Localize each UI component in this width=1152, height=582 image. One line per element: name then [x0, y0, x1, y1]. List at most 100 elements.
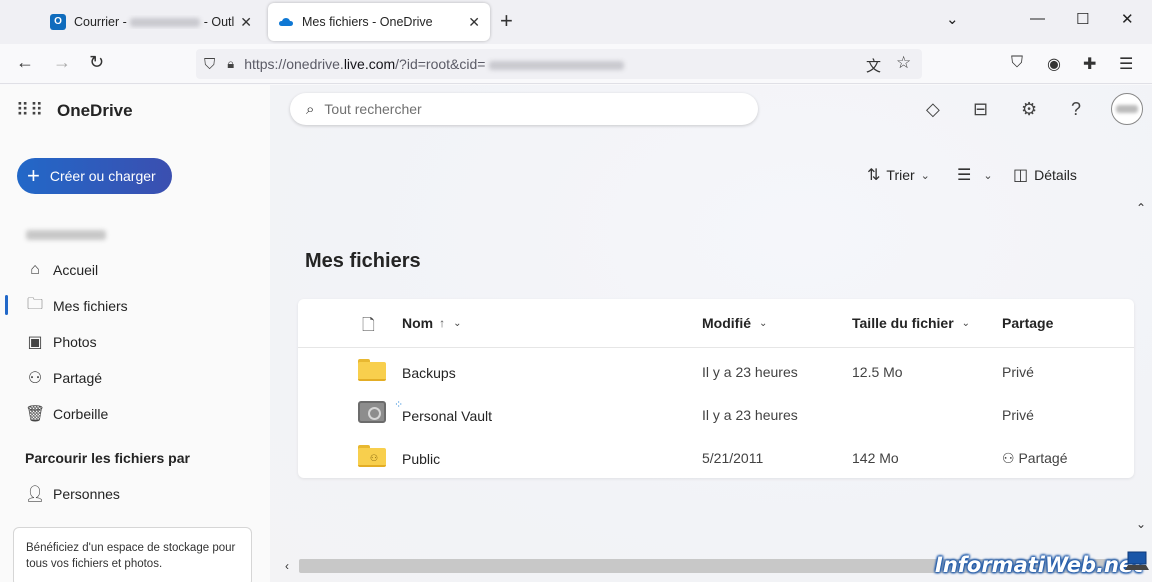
view-options-button[interactable]: ☰ ⌄ — [957, 165, 993, 185]
settings-gear-icon[interactable]: ⚙ — [1021, 99, 1037, 120]
file-list-header: 🗋 Nom ↑ ⌄ Modifié ⌄ Taille du fichier ⌄ … — [298, 299, 1134, 348]
chevron-down-icon: ⌄ — [453, 317, 462, 329]
tab-onedrive[interactable]: Mes fichiers - OneDrive ✕ — [268, 3, 490, 41]
scroll-down-icon[interactable]: ⌄ — [1136, 517, 1146, 531]
file-sharing: Privé — [1002, 364, 1034, 380]
tab-outlook-title: Courrier - - Outloo — [74, 15, 234, 29]
search-icon: ⌕ — [306, 100, 315, 118]
lock-icon[interactable]: 🔒︎ — [227, 56, 234, 72]
app-launcher-icon[interactable]: ⠿⠿ — [16, 100, 44, 121]
maximize-icon[interactable]: ☐ — [1076, 10, 1089, 28]
search-input[interactable]: ⌕ Tout rechercher — [290, 93, 758, 125]
chevron-down-icon: ⌄ — [759, 317, 768, 329]
sidebar-item-label: Photos — [53, 334, 97, 350]
column-header-sharing[interactable]: Partage — [1002, 315, 1053, 331]
file-sharing-label: Partagé — [1018, 450, 1068, 466]
file-modified: 5/21/2011 — [702, 450, 764, 466]
browse-heading: Parcourir les fichiers par — [25, 450, 190, 466]
sidebar-item-photos[interactable]: ▣ Photos — [25, 330, 97, 354]
details-label: Détails — [1034, 167, 1077, 183]
forward-icon[interactable]: → — [53, 52, 71, 73]
table-row[interactable]: Backups Il y a 23 heures 12.5 Mo Privé — [298, 351, 1134, 394]
help-icon[interactable]: ? — [1071, 99, 1081, 120]
tab-list-chevron-icon[interactable]: ⌄ — [946, 10, 959, 28]
sidebar-item-personnes[interactable]: 👤︎ Personnes — [25, 482, 120, 506]
recycle-bin-icon: 🗑︎ — [25, 406, 46, 423]
file-name[interactable]: Backups — [402, 365, 456, 381]
column-header-name[interactable]: Nom ↑ ⌄ — [402, 315, 462, 331]
close-tab-icon[interactable]: ✕ — [468, 14, 480, 31]
bookmark-star-icon[interactable]: ☆ — [896, 53, 911, 73]
close-tab-icon[interactable]: ✕ — [240, 14, 252, 31]
page-title: Mes fichiers — [305, 250, 421, 272]
extensions-icon[interactable]: ✚ — [1083, 54, 1096, 74]
file-name[interactable]: Personal Vault — [402, 408, 492, 424]
people-icon: ⚇ — [27, 370, 43, 387]
chevron-down-icon: ⌄ — [961, 317, 971, 329]
home-icon: ⌂ — [30, 261, 40, 278]
details-pane-icon: ◫ — [1013, 167, 1029, 184]
column-name-label: Nom — [402, 315, 434, 331]
file-sharing: Privé — [1002, 407, 1034, 423]
minimize-icon[interactable]: — — [1030, 10, 1045, 27]
column-modified-label: Modifié — [702, 315, 751, 331]
sidebar-item-label: Mes fichiers — [53, 298, 128, 314]
shared-folder-icon: ⚇ — [358, 445, 386, 467]
list-view-icon: ☰ — [957, 167, 972, 184]
scroll-up-icon[interactable]: ⌃ — [1136, 201, 1146, 215]
column-header-size[interactable]: Taille du fichier ⌄ — [852, 315, 970, 331]
plus-icon: + — [27, 163, 40, 188]
tab-onedrive-title: Mes fichiers - OneDrive — [302, 15, 433, 29]
account-name — [26, 230, 106, 240]
menu-icon[interactable]: ☰ — [1119, 54, 1133, 74]
file-type-icon[interactable]: 🗋 — [362, 314, 375, 341]
sidebar-item-mes-fichiers[interactable]: 🗀 Mes fichiers — [25, 294, 128, 318]
file-size: 142 Mo — [852, 450, 899, 466]
new-tab-icon[interactable]: + — [500, 8, 513, 34]
column-sharing-label: Partage — [1002, 315, 1054, 331]
share-feedback-icon[interactable]: ⊟ — [973, 99, 988, 120]
storage-promo: Bénéficiez d'un espace de stockage pour … — [13, 527, 252, 582]
file-sharing: ⚇ Partagé — [1002, 450, 1068, 467]
sort-label: Trier — [886, 167, 915, 183]
premium-diamond-icon[interactable]: ◇ — [926, 99, 940, 120]
scroll-left-icon[interactable]: ‹ — [285, 559, 289, 573]
browser-tab-bar: O Courrier - - Outloo ✕ Mes fichiers - O… — [0, 0, 1152, 44]
translate-icon[interactable]: 文 — [866, 55, 881, 76]
browser-toolbar: ← → ↻ ⛉ 🔒︎ https://onedrive.live.com/?id… — [0, 44, 1152, 84]
table-row[interactable]: ⚇ Public 5/21/2011 142 Mo ⚇ Partagé — [298, 437, 1134, 480]
url-text[interactable]: https://onedrive.live.com/?id=root&cid= — [244, 56, 625, 72]
account-icon[interactable]: ◉ — [1047, 54, 1061, 74]
details-button[interactable]: ◫ Détails — [1013, 165, 1077, 185]
sidebar-item-accueil[interactable]: ⌂ Accueil — [25, 258, 98, 282]
onedrive-app: ⠿⠿ OneDrive ⌕ Tout rechercher ◇ ⊟ ⚙ ? + … — [0, 85, 1152, 582]
personal-vault-icon — [358, 401, 386, 423]
back-icon[interactable]: ← — [16, 52, 34, 73]
tab-outlook[interactable]: O Courrier - - Outloo ✕ — [40, 3, 262, 41]
avatar[interactable] — [1111, 93, 1143, 125]
pocket-icon[interactable]: ⛉ — [1011, 54, 1023, 72]
close-window-icon[interactable]: ✕ — [1121, 10, 1134, 28]
file-list: 🗋 Nom ↑ ⌄ Modifié ⌄ Taille du fichier ⌄ … — [298, 299, 1134, 478]
address-bar[interactable]: ⛉ 🔒︎ https://onedrive.live.com/?id=root&… — [196, 49, 922, 79]
column-header-modified[interactable]: Modifié ⌄ — [702, 315, 767, 331]
sort-button[interactable]: ⇅ Trier ⌄ — [867, 165, 930, 185]
create-upload-button[interactable]: + Créer ou charger — [17, 158, 172, 194]
file-size: 12.5 Mo — [852, 364, 903, 380]
selected-indicator — [5, 295, 8, 315]
sort-icon: ⇅ — [867, 167, 881, 184]
image-icon: ▣ — [27, 334, 43, 351]
table-row[interactable]: ⁘ Personal Vault Il y a 23 heures Privé — [298, 394, 1134, 437]
sidebar-item-corbeille[interactable]: 🗑︎ Corbeille — [25, 402, 108, 426]
sidebar-item-label: Corbeille — [53, 406, 109, 422]
brand-title[interactable]: OneDrive — [57, 101, 133, 121]
onedrive-cloud-icon — [278, 14, 294, 30]
folder-icon: 🗀 — [26, 295, 43, 313]
shield-icon[interactable]: ⛉ — [204, 56, 215, 73]
sidebar-item-partage[interactable]: ⚇ Partagé — [25, 366, 102, 390]
shared-people-icon: ⚇ — [1002, 450, 1019, 466]
file-modified: Il y a 23 heures — [702, 364, 798, 380]
file-name[interactable]: Public — [402, 451, 440, 467]
reload-icon[interactable]: ↻ — [89, 52, 104, 73]
chevron-down-icon: ⌄ — [920, 169, 930, 182]
